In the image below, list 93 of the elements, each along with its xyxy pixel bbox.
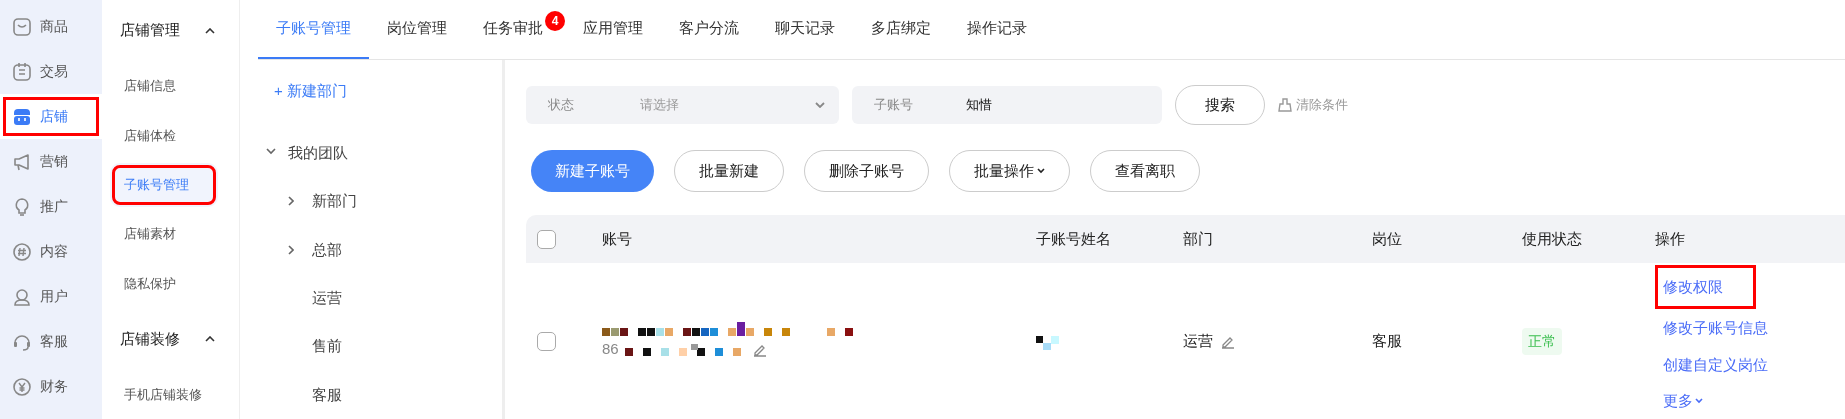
- tree-node[interactable]: 新部门: [258, 177, 502, 226]
- chevron-up-icon: [205, 335, 215, 342]
- action-button[interactable]: 批量新建: [674, 150, 784, 192]
- hashtag-icon: [12, 241, 32, 262]
- tab[interactable]: 任务审批: [465, 0, 545, 59]
- chevron-down-icon: [1037, 168, 1045, 174]
- nav-item[interactable]: 内容: [0, 229, 102, 274]
- menu-group-title: 店铺管理: [120, 20, 180, 41]
- tree-node[interactable]: 售前: [258, 322, 502, 371]
- tree-node[interactable]: 运营: [258, 273, 502, 323]
- lightbulb-icon: [12, 196, 32, 217]
- chevron-down-icon: [815, 102, 825, 108]
- column-header: 部门: [1183, 229, 1213, 247]
- tab[interactable]: 应用管理: [565, 0, 661, 59]
- tree-node[interactable]: 我的团队: [258, 128, 502, 178]
- placeholder-text: 请选择: [640, 96, 680, 115]
- chevron-right-icon: [288, 244, 294, 255]
- field-value: 知惜: [966, 96, 993, 115]
- operation-link[interactable]: 创建自定义岗位: [1655, 347, 1776, 382]
- chevron-right-icon: [288, 196, 294, 207]
- nav-label: 推广: [40, 197, 68, 216]
- field-label: 状态: [548, 96, 575, 115]
- tab[interactable]: 岗位管理: [369, 0, 465, 59]
- column-header: 子账号姓名: [1036, 229, 1111, 247]
- column-header: 使用状态: [1522, 229, 1582, 247]
- nav-label: 用户: [40, 287, 68, 306]
- nav-item[interactable]: 推广: [0, 184, 102, 229]
- nav-item[interactable]: 营销: [0, 139, 102, 184]
- operation-link[interactable]: 更多: [1655, 384, 1711, 419]
- nav-item[interactable]: 店铺: [0, 94, 102, 139]
- menu-group-title: 店铺装修: [120, 328, 180, 349]
- checkbox[interactable]: [537, 332, 556, 351]
- action-button[interactable]: 删除子账号: [804, 150, 929, 192]
- menu-item[interactable]: 手机店铺装修: [110, 372, 218, 417]
- tree-node-label: 客服: [312, 384, 342, 405]
- column-header: 账号: [602, 229, 632, 247]
- clipboard-icon: [12, 61, 32, 82]
- action-button[interactable]: 批量操作: [949, 150, 1070, 192]
- action-button[interactable]: 查看离职: [1090, 150, 1200, 192]
- account-number-prefix: 86: [602, 339, 619, 360]
- user-icon: [12, 286, 32, 307]
- megaphone-icon: [12, 151, 32, 172]
- nav-item[interactable]: 用户: [0, 274, 102, 319]
- tab[interactable]: 子账号管理: [258, 0, 369, 59]
- tree-node[interactable]: 客服: [258, 370, 502, 419]
- shop-icon: [12, 106, 32, 127]
- nav-item[interactable]: 交易: [0, 49, 102, 94]
- field-label: 子账号: [874, 96, 914, 115]
- notification-badge: 4: [545, 11, 565, 31]
- yen-icon: [12, 376, 32, 397]
- tree-node-label: 总部: [312, 239, 342, 260]
- search-button[interactable]: 搜索: [1175, 85, 1265, 125]
- operation-link[interactable]: 修改权限: [1655, 264, 1756, 309]
- nav-label: 店铺: [40, 107, 68, 126]
- chevron-up-icon: [205, 27, 215, 34]
- nav-item[interactable]: 商品: [0, 4, 102, 49]
- nav-item[interactable]: 财务: [0, 364, 102, 409]
- tree-node[interactable]: 总部: [258, 225, 502, 274]
- table-cell: 客服: [1372, 332, 1402, 350]
- status-tag: 正常: [1522, 328, 1562, 355]
- column-header: 岗位: [1372, 229, 1402, 247]
- nav-item[interactable]: 客服: [0, 319, 102, 364]
- nav-label: 营销: [40, 152, 68, 171]
- tree-node-label: 运营: [312, 287, 342, 308]
- operation-link[interactable]: 修改子账号信息: [1655, 311, 1776, 346]
- menu-item[interactable]: 店铺素材: [110, 212, 218, 257]
- tab[interactable]: 客户分流: [661, 0, 757, 59]
- add-department-link[interactable]: + 新建部门: [258, 76, 347, 107]
- menu-item[interactable]: 子账号管理: [110, 162, 218, 207]
- menu-item[interactable]: 店铺信息: [110, 63, 218, 108]
- input-field[interactable]: 子账号 知惜: [852, 86, 1162, 124]
- tree-node-label: 我的团队: [288, 142, 348, 163]
- nav-label: 商品: [40, 17, 68, 36]
- table-cell-text: 运营: [1183, 331, 1213, 352]
- nav-label: 交易: [40, 62, 68, 81]
- tree-node-label: 售前: [312, 336, 342, 357]
- nav-label: 客服: [40, 332, 68, 351]
- tab[interactable]: 操作记录: [949, 0, 1045, 59]
- chevron-down-icon: [1695, 398, 1703, 405]
- tab[interactable]: 聊天记录: [757, 0, 853, 59]
- menu-item[interactable]: 隐私保护: [110, 261, 218, 306]
- checkbox[interactable]: [537, 229, 556, 249]
- box-icon: [12, 16, 32, 37]
- broom-icon: [1278, 98, 1292, 112]
- nav-label: 财务: [40, 377, 68, 396]
- tree-node-label: 新部门: [312, 191, 357, 212]
- action-button[interactable]: 新建子账号: [531, 150, 654, 192]
- menu-group-header[interactable]: 店铺管理: [102, 0, 239, 62]
- menu-item[interactable]: 店铺体检: [110, 113, 218, 158]
- column-header: 操作: [1655, 229, 1685, 247]
- menu-group-header[interactable]: 店铺装修: [102, 308, 239, 370]
- nav-label: 内容: [40, 242, 68, 261]
- tab[interactable]: 多店绑定: [853, 0, 949, 59]
